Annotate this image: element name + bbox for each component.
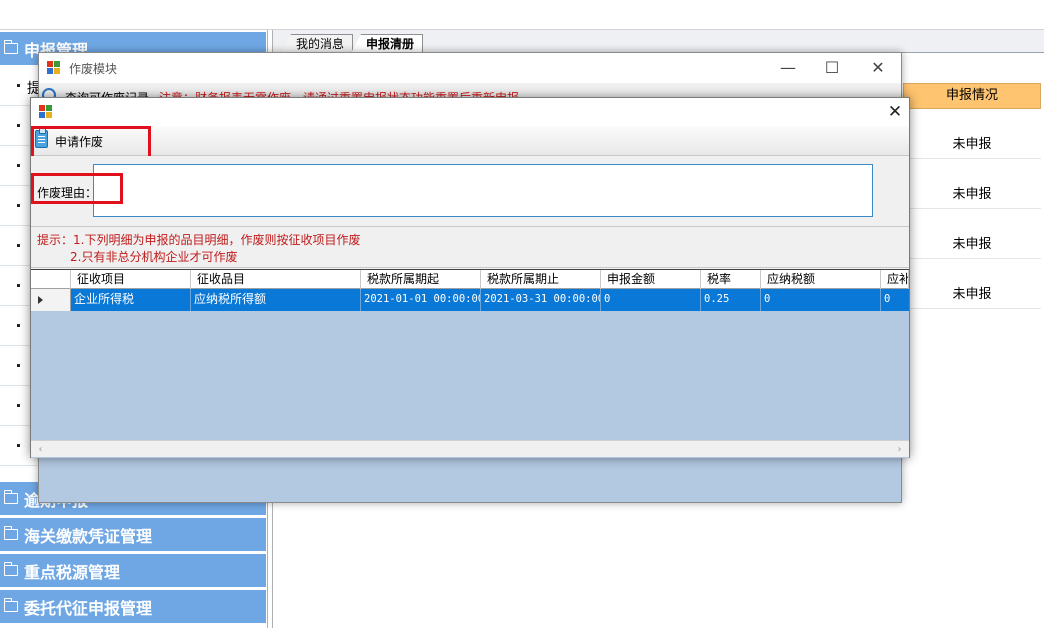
window-title: 作废模块 bbox=[69, 62, 118, 76]
bullet-icon bbox=[17, 124, 20, 127]
cell-period-start[interactable]: 2021-01-01 00:00:00 bbox=[361, 289, 481, 311]
dialog-toolbar: 申请作废 bbox=[31, 126, 909, 156]
cell-supplement[interactable]: 0 bbox=[881, 289, 909, 311]
column-header[interactable]: 征收项目 bbox=[71, 270, 191, 289]
app-icon bbox=[39, 105, 53, 119]
hint-section: 提示：1.下列明细为申报的品目明细，作废则按征收项目作废 2.只有非总分机构企业… bbox=[31, 226, 909, 268]
cell-tax-item[interactable]: 企业所得税 bbox=[71, 289, 191, 311]
folder-icon bbox=[3, 526, 18, 540]
scroll-right-icon[interactable]: › bbox=[892, 442, 907, 457]
bullet-icon bbox=[17, 404, 20, 407]
cell-tax-rate[interactable]: 0.25 bbox=[701, 289, 761, 311]
bullet-icon bbox=[17, 284, 20, 287]
highlight-box-reason bbox=[31, 173, 123, 204]
window-titlebar: 作废模块 — ☐ ✕ bbox=[39, 53, 901, 83]
reason-section: 作废理由： bbox=[31, 156, 909, 226]
apply-void-dialog: ✕ 申请作废 作废理由： 提示：1.下列明细为申报的品目明细，作废则按征收项目作… bbox=[30, 97, 910, 458]
top-toolbar-strip bbox=[0, 0, 1044, 30]
close-icon[interactable]: ✕ bbox=[868, 58, 888, 78]
tab-my-messages[interactable]: 我的消息 bbox=[281, 34, 354, 53]
hint-line-2: 2.只有非总分机构企业才可作废 bbox=[70, 250, 238, 264]
tab-bar: 我的消息 申报清册 bbox=[273, 30, 1044, 53]
dialog-titlebar: ✕ bbox=[31, 98, 909, 126]
column-header[interactable]: 应补 bbox=[881, 270, 909, 289]
sidebar-section-customs[interactable]: 海关缴款凭证管理 bbox=[0, 518, 266, 552]
tab-declaration-list[interactable]: 申报清册 bbox=[351, 34, 424, 53]
sidebar-section-label: 重点税源管理 bbox=[24, 562, 121, 582]
horizontal-scrollbar[interactable]: ‹ › bbox=[31, 440, 909, 457]
status-cell: 未申报 bbox=[903, 233, 1041, 259]
reason-input[interactable] bbox=[93, 164, 873, 217]
column-header[interactable]: 税款所属期止 bbox=[481, 270, 601, 289]
detail-grid: 征收项目 征收品目 税款所属期起 税款所属期止 申报金额 税率 应纳税额 应补 … bbox=[31, 269, 909, 458]
sidebar-section-label: 委托代征申报管理 bbox=[24, 598, 153, 618]
column-header[interactable]: 征收品目 bbox=[191, 270, 361, 289]
bullet-icon bbox=[17, 444, 20, 447]
bullet-icon bbox=[17, 364, 20, 367]
status-cell: 未申报 bbox=[903, 133, 1041, 159]
bullet-icon bbox=[17, 164, 20, 167]
minimize-icon[interactable]: — bbox=[778, 58, 798, 78]
bullet-icon bbox=[17, 204, 20, 207]
status-cell: 未申报 bbox=[903, 283, 1041, 309]
grid-header-corner bbox=[31, 270, 71, 289]
bullet-icon bbox=[17, 84, 20, 87]
maximize-icon[interactable]: ☐ bbox=[822, 58, 842, 78]
row-header[interactable] bbox=[31, 289, 71, 311]
folder-icon bbox=[3, 598, 18, 612]
sidebar-section-key-tax[interactable]: 重点税源管理 bbox=[0, 554, 266, 588]
bullet-icon bbox=[17, 244, 20, 247]
row-pointer-icon bbox=[38, 296, 43, 304]
grid-header: 征收项目 征收品目 税款所属期起 税款所属期止 申报金额 税率 应纳税额 应补 bbox=[31, 270, 909, 289]
cell-declared-amount[interactable]: 0 bbox=[601, 289, 701, 311]
cell-tax-subitem[interactable]: 应纳税所得额 bbox=[191, 289, 361, 311]
column-header[interactable]: 税款所属期起 bbox=[361, 270, 481, 289]
close-icon[interactable]: ✕ bbox=[885, 102, 905, 122]
hint-line-1: 提示：1.下列明细为申报的品目明细，作废则按征收项目作废 bbox=[37, 233, 361, 247]
column-header[interactable]: 应纳税额 bbox=[761, 270, 881, 289]
column-header[interactable]: 申报金额 bbox=[601, 270, 701, 289]
folder-icon bbox=[3, 490, 18, 504]
bullet-icon bbox=[17, 324, 20, 327]
folder-icon bbox=[3, 562, 18, 576]
cell-tax-payable[interactable]: 0 bbox=[761, 289, 881, 311]
cell-period-end[interactable]: 2021-03-31 00:00:00 bbox=[481, 289, 601, 311]
app-icon bbox=[47, 61, 61, 75]
column-header[interactable]: 税率 bbox=[701, 270, 761, 289]
sidebar-section-entrusted[interactable]: 委托代征申报管理 bbox=[0, 590, 266, 624]
folder-icon bbox=[3, 40, 18, 54]
column-header-status[interactable]: 申报情况 bbox=[903, 83, 1041, 109]
highlight-box-apply bbox=[31, 126, 151, 159]
sidebar-section-label: 海关缴款凭证管理 bbox=[24, 526, 153, 546]
scroll-left-icon[interactable]: ‹ bbox=[33, 442, 48, 457]
status-cell: 未申报 bbox=[903, 183, 1041, 209]
table-row[interactable]: 企业所得税 应纳税所得额 2021-01-01 00:00:00 2021-03… bbox=[71, 289, 909, 311]
